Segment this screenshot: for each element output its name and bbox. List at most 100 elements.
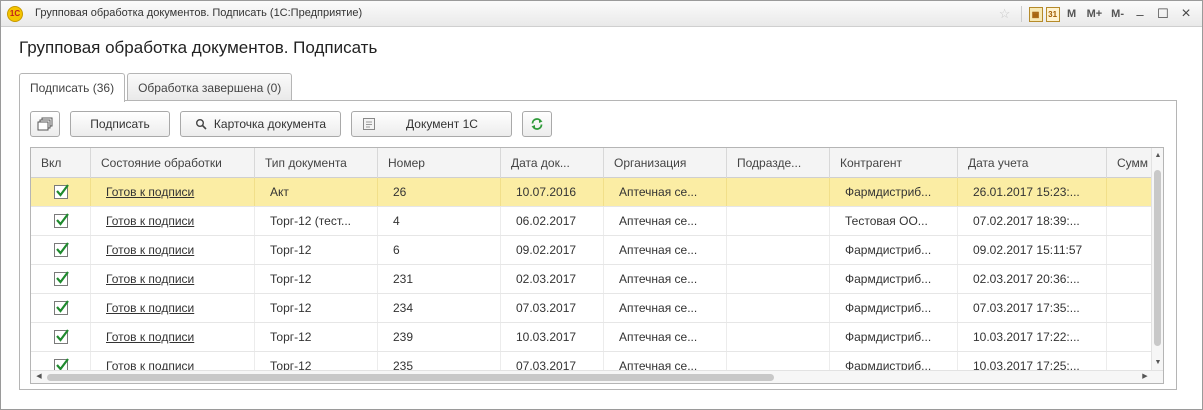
col-header-state[interactable]: Состояние обработки: [91, 148, 255, 178]
col-header-contractor[interactable]: Контрагент: [830, 148, 958, 178]
organization-cell: Аптечная се...: [604, 178, 727, 206]
doc-type-cell: Торг-12 (тест...: [255, 207, 378, 235]
refresh-icon: [531, 118, 543, 130]
checkmark-icon: [55, 300, 69, 313]
sign-button[interactable]: Подписать: [70, 111, 170, 137]
close-icon[interactable]: ×: [1176, 5, 1196, 23]
state-link[interactable]: Готов к подписи: [106, 214, 194, 228]
memory-minus-button[interactable]: M-: [1108, 5, 1127, 23]
contractor-cell: Тестовая ОО...: [830, 207, 958, 235]
state-link[interactable]: Готов к подписи: [106, 243, 194, 257]
window-title: Групповая обработка документов. Подписат…: [35, 7, 363, 19]
horizontal-scroll-thumb[interactable]: [47, 374, 774, 381]
table-row[interactable]: Готов к подписи Торг-12 6 09.02.2017 Апт…: [31, 236, 1153, 265]
accounting-date-cell: 07.03.2017 17:35:...: [958, 294, 1107, 322]
checkmark-icon: [55, 184, 69, 197]
number-cell: 239: [378, 323, 501, 351]
state-cell: Готов к подписи: [91, 352, 255, 371]
document-card-label: Карточка документа: [213, 117, 327, 131]
table-row[interactable]: Готов к подписи Торг-12 239 10.03.2017 А…: [31, 323, 1153, 352]
calendar-icon[interactable]: 31: [1045, 6, 1060, 22]
title-bar: 1С Групповая обработка документов. Подпи…: [1, 1, 1202, 27]
department-cell: [727, 265, 830, 293]
calculator-icon[interactable]: ▦: [1028, 6, 1043, 22]
contractor-cell: Фармдистриб...: [830, 323, 958, 351]
table-viewport: Вкл Состояние обработки Тип документа Но…: [31, 148, 1153, 371]
state-cell: Готов к подписи: [91, 294, 255, 322]
tab-bar: Подписать (36) Обработка завершена (0): [19, 73, 294, 102]
row-checkbox[interactable]: [53, 242, 69, 257]
department-cell: [727, 207, 830, 235]
col-header-enabled[interactable]: Вкл: [31, 148, 91, 178]
memory-m-button[interactable]: M: [1063, 5, 1081, 23]
sum-cell: [1107, 323, 1153, 351]
table-row[interactable]: Готов к подписи Торг-12 (тест... 4 06.02…: [31, 207, 1153, 236]
vertical-scroll-thumb[interactable]: [1154, 170, 1161, 346]
table-row[interactable]: Готов к подписи Торг-12 234 07.03.2017 А…: [31, 294, 1153, 323]
tab-processing-done[interactable]: Обработка завершена (0): [127, 73, 293, 101]
contractor-cell: Фармдистриб...: [830, 265, 958, 293]
checkmark-icon: [55, 329, 69, 342]
state-cell: Готов к подписи: [91, 265, 255, 293]
scroll-up-icon[interactable]: ▲: [1152, 150, 1163, 162]
department-cell: [727, 323, 830, 351]
document-1c-label: Документ 1С: [406, 117, 478, 131]
organization-cell: Аптечная се...: [604, 323, 727, 351]
table-body: Готов к подписи Акт 26 10.07.2016 Аптечн…: [31, 178, 1153, 371]
row-checkbox[interactable]: [53, 329, 69, 344]
app-logo-icon[interactable]: 1С: [7, 6, 23, 22]
document-card-button[interactable]: Карточка документа: [180, 111, 341, 137]
doc-type-cell: Акт: [255, 178, 378, 206]
memory-plus-button[interactable]: M+: [1084, 5, 1106, 23]
checkmark-icon: [55, 213, 69, 226]
tab-panel: Подписать Карточка документа Документ 1С: [19, 100, 1177, 390]
title-bar-buttons: ☆ ▦ 31 M M+ M- – ☐ ×: [996, 4, 1196, 24]
organization-cell: Аптечная се...: [604, 207, 727, 235]
table-row[interactable]: Готов к подписи Акт 26 10.07.2016 Аптечн…: [31, 178, 1153, 207]
row-checkbox[interactable]: [53, 213, 69, 228]
vertical-scrollbar[interactable]: ▲ ▼: [1151, 148, 1163, 371]
sum-cell: [1107, 236, 1153, 264]
organization-cell: Аптечная се...: [604, 236, 727, 264]
state-link[interactable]: Готов к подписи: [106, 330, 194, 344]
scroll-right-icon[interactable]: ▶: [1139, 371, 1151, 383]
form-title: Групповая обработка документов. Подписат…: [19, 38, 378, 57]
col-header-accounting-date[interactable]: Дата учета: [958, 148, 1107, 178]
accounting-date-cell: 09.02.2017 15:11:57: [958, 236, 1107, 264]
col-header-number[interactable]: Номер: [378, 148, 501, 178]
state-link[interactable]: Готов к подписи: [106, 185, 194, 199]
state-link[interactable]: Готов к подписи: [106, 272, 194, 286]
col-header-doc-type[interactable]: Тип документа: [255, 148, 378, 178]
sum-cell: [1107, 294, 1153, 322]
col-header-organization[interactable]: Организация: [604, 148, 727, 178]
maximize-icon[interactable]: ☐: [1153, 5, 1173, 23]
refresh-button[interactable]: [522, 111, 552, 137]
copy-windows-button[interactable]: [30, 111, 60, 137]
row-checkbox[interactable]: [53, 271, 69, 286]
scroll-left-icon[interactable]: ◀: [33, 371, 45, 383]
col-header-doc-date[interactable]: Дата док...: [501, 148, 604, 178]
table-row[interactable]: Готов к подписи Торг-12 231 02.03.2017 А…: [31, 265, 1153, 294]
number-cell: 6: [378, 236, 501, 264]
organization-cell: Аптечная се...: [604, 294, 727, 322]
toolbar: Подписать Карточка документа Документ 1С: [30, 111, 552, 137]
number-cell: 4: [378, 207, 501, 235]
document-1c-button[interactable]: Документ 1С: [351, 111, 512, 137]
doc-date-cell: 06.02.2017: [501, 207, 604, 235]
organization-cell: Аптечная се...: [604, 352, 727, 371]
row-checkbox[interactable]: [53, 184, 69, 199]
doc-date-cell: 07.03.2017: [501, 294, 604, 322]
minimize-icon[interactable]: –: [1130, 5, 1150, 23]
sum-cell: [1107, 178, 1153, 206]
doc-type-cell: Торг-12: [255, 294, 378, 322]
col-header-department[interactable]: Подразде...: [727, 148, 830, 178]
scroll-down-icon[interactable]: ▼: [1152, 357, 1163, 369]
table-row[interactable]: Готов к подписи Торг-12 235 07.03.2017 А…: [31, 352, 1153, 371]
state-link[interactable]: Готов к подписи: [106, 301, 194, 315]
favorite-star-icon[interactable]: ☆: [996, 5, 1014, 23]
number-cell: 26: [378, 178, 501, 206]
col-header-sum[interactable]: Сумм: [1107, 148, 1153, 178]
horizontal-scrollbar[interactable]: ◀ ▶: [31, 370, 1163, 383]
row-checkbox[interactable]: [53, 300, 69, 315]
tab-sign[interactable]: Подписать (36): [19, 73, 126, 102]
